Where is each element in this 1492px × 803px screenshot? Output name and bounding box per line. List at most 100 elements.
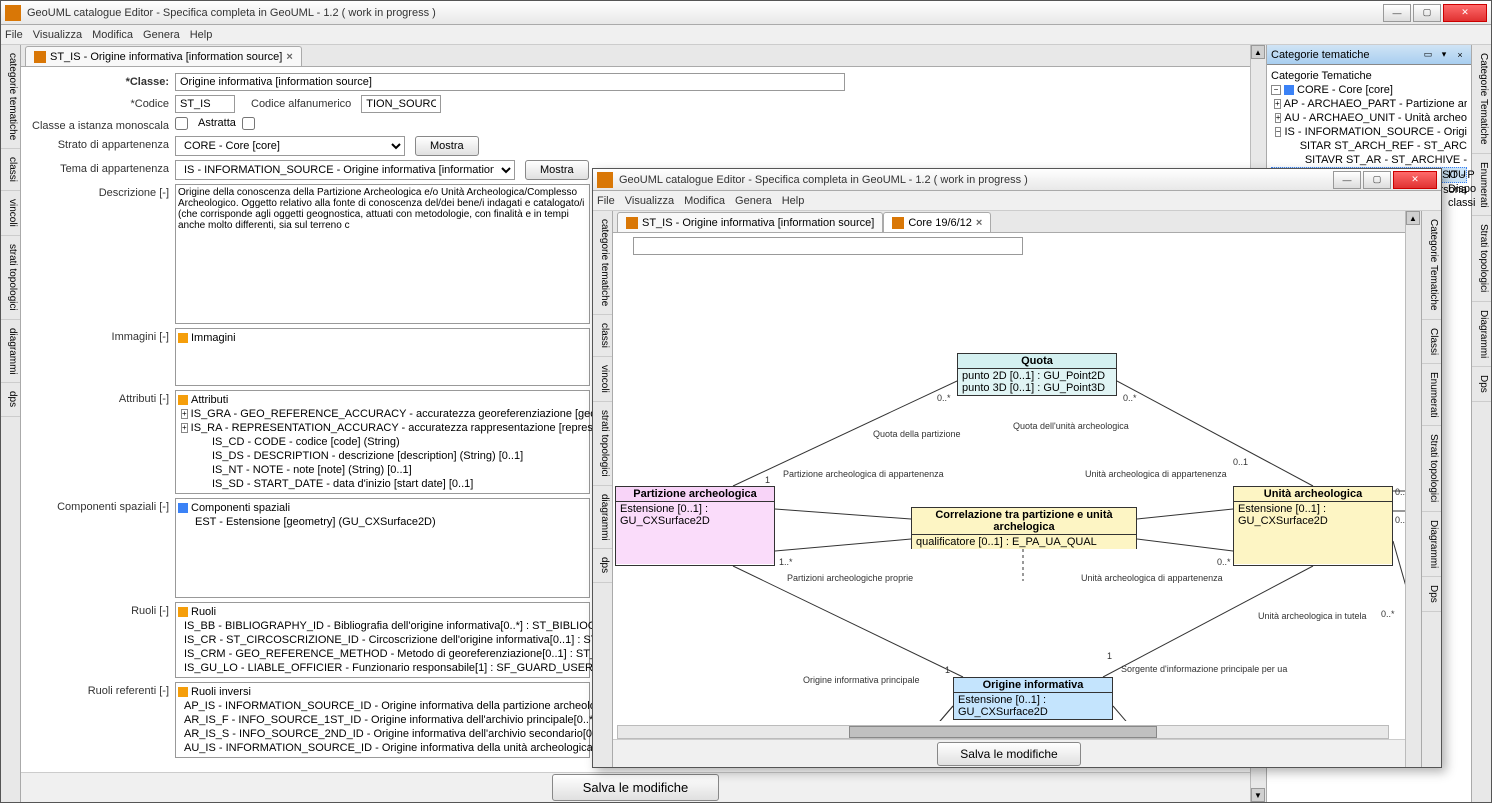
uml-box-correlazione[interactable]: Correlazione tra partizione e unità arch… (911, 507, 1137, 549)
sec-tab-1[interactable]: ST_IS - Origine informativa [information… (617, 212, 883, 232)
scroll-up-icon[interactable]: ▲ (1251, 45, 1265, 59)
maximize-button[interactable]: ▢ (1413, 4, 1441, 22)
side-tab-dps[interactable]: dps (1, 383, 20, 416)
diagram-search-input[interactable] (633, 237, 1023, 255)
strato-select[interactable]: CORE - Core [core] (175, 136, 405, 156)
menu-modifica[interactable]: Modifica (92, 29, 133, 41)
classe-input[interactable] (175, 73, 845, 91)
sec-close-button[interactable]: ✕ (1393, 171, 1437, 189)
scroll-down-icon[interactable]: ▼ (1251, 788, 1265, 802)
scroll-up-icon[interactable]: ▲ (1406, 211, 1420, 225)
side-tab-categorie[interactable]: categorie tematiche (1, 45, 20, 149)
sec-menu-genera[interactable]: Genera (735, 195, 772, 207)
comp-spaziali-tree[interactable]: Componenti spaziali EST - Estensione [ge… (175, 498, 590, 598)
tree-item[interactable]: CORE - Core [core] (1297, 84, 1393, 96)
sec-menu-file[interactable]: File (597, 195, 615, 207)
mostra-tema-button[interactable]: Mostra (525, 160, 589, 180)
save-button[interactable]: Salva le modifiche (552, 774, 720, 801)
tree-item[interactable]: AP_IS - INFORMATION_SOURCE_ID - Origine … (184, 700, 658, 712)
tree-item[interactable]: AP - ARCHAEO_PART - Partizione ar (1284, 98, 1467, 110)
tree-item[interactable]: IS_SD - START_DATE - data d'inizio [star… (212, 478, 473, 490)
tree-item[interactable]: IS_BB - BIBLIOGRAPHY_ID - Bibliografia d… (184, 620, 634, 632)
minimize-button[interactable]: — (1383, 4, 1411, 22)
tree-toggle[interactable]: + (1274, 99, 1281, 109)
tree-item[interactable]: IS_NT - NOTE - note [note] (String) [0..… (212, 464, 412, 476)
sec-side-tab[interactable]: categorie tematiche (593, 211, 612, 315)
sec-side-tab-r[interactable]: Classi (1422, 320, 1441, 364)
tree-item[interactable]: IS - INFORMATION_SOURCE - Origi (1284, 126, 1467, 138)
descrizione-textarea[interactable]: Origine della conoscenza della Partizion… (175, 184, 590, 324)
sec-side-tab-r[interactable]: Strati topologici (1422, 426, 1441, 511)
close-panel-icon[interactable]: × (1453, 48, 1467, 62)
menu-help[interactable]: Help (190, 29, 213, 41)
tree-item[interactable]: IS_DS - DESCRIPTION - descrizione [descr… (212, 450, 523, 462)
pin-icon[interactable]: ▾ (1437, 48, 1451, 62)
editor-tab[interactable]: ST_IS - Origine informativa [information… (25, 46, 302, 66)
menu-genera[interactable]: Genera (143, 29, 180, 41)
minimize-panel-icon[interactable]: ▭ (1421, 48, 1435, 62)
tree-toggle[interactable]: − (1275, 127, 1282, 137)
tree-item[interactable]: IT - P (1448, 168, 1476, 182)
sec-side-tab[interactable]: dps (593, 549, 612, 582)
sec-side-tab-r[interactable]: Enumerati (1422, 364, 1441, 427)
sec-minimize-button[interactable]: — (1333, 171, 1361, 189)
tree-item[interactable]: SITAR ST_ARCH_REF - ST_ARC (1300, 140, 1467, 152)
tree-item[interactable]: IS_GU_LO - LIABLE_OFFICIER - Funzionario… (184, 662, 593, 674)
tree-item[interactable]: SITAVR ST_AR - ST_ARCHIVE - (1305, 154, 1467, 166)
tree-item[interactable]: classi (1448, 196, 1476, 210)
side-tab-vincoli[interactable]: vincoli (1, 191, 20, 236)
codice-alfa-input[interactable] (361, 95, 441, 113)
scroll-thumb[interactable] (849, 726, 1157, 738)
tree-root[interactable]: Categorie Tematiche (1271, 70, 1372, 82)
uml-box-partizione[interactable]: Partizione archeologica Estensione [0..1… (615, 486, 775, 566)
menu-file[interactable]: File (5, 29, 23, 41)
close-button[interactable]: ✕ (1443, 4, 1487, 22)
attributi-tree[interactable]: Attributi +IS_GRA - GEO_REFERENCE_ACCURA… (175, 390, 590, 494)
side-tab-diagrammi-r[interactable]: Diagrammi (1472, 302, 1491, 367)
sec-tab-2[interactable]: Core 19/6/12 × (883, 212, 991, 232)
sec-menu-visualizza[interactable]: Visualizza (625, 195, 674, 207)
side-tab-categorie-r[interactable]: Categorie Tematiche (1472, 45, 1491, 154)
uml-box-unita[interactable]: Unità archeologica Estensione [0..1] : G… (1233, 486, 1393, 566)
sec-side-tab[interactable]: strati topologici (593, 402, 612, 486)
sec-side-tab-r[interactable]: Dps (1422, 577, 1441, 612)
sec-maximize-button[interactable]: ▢ (1363, 171, 1391, 189)
diagram-canvas[interactable]: Quota punto 2D [0..1] : GU_Point2D punto… (613, 261, 1405, 721)
tree-item[interactable]: IS_RA - REPRESENTATION_ACCURACY - accura… (191, 422, 653, 434)
side-tab-dps-r[interactable]: Dps (1472, 367, 1491, 402)
diagram-scrollbar-h[interactable] (617, 725, 1389, 739)
mostra-strato-button[interactable]: Mostra (415, 136, 479, 156)
monoscala-checkbox[interactable] (175, 117, 188, 130)
sec-menu-help[interactable]: Help (782, 195, 805, 207)
sec-side-tab[interactable]: classi (593, 315, 612, 357)
tree-toggle[interactable]: + (1275, 113, 1282, 123)
sec-menu-modifica[interactable]: Modifica (684, 195, 725, 207)
codice-input[interactable] (175, 95, 235, 113)
side-tab-strati[interactable]: strati topologici (1, 236, 20, 320)
sec-scrollbar-v[interactable]: ▲ (1405, 211, 1421, 767)
tree-toggle[interactable]: + (181, 423, 188, 433)
sec-side-tab-r[interactable]: Categorie Tematiche (1422, 211, 1441, 320)
tree-toggle[interactable]: + (181, 409, 188, 419)
sec-side-tab[interactable]: vincoli (593, 357, 612, 402)
immagini-box[interactable]: Immagini (175, 328, 590, 386)
sec-side-tab-r[interactable]: Diagrammi (1422, 512, 1441, 577)
tab-close-icon[interactable]: × (286, 51, 292, 63)
tree-toggle[interactable]: − (1271, 85, 1281, 95)
tree-item[interactable]: IS_CD - CODE - codice [code] (String) (212, 436, 400, 448)
tree-item[interactable]: Dispo (1448, 182, 1476, 196)
tab-close-icon[interactable]: × (976, 217, 982, 229)
side-tab-strati-r[interactable]: Strati topologici (1472, 216, 1491, 301)
menu-visualizza[interactable]: Visualizza (33, 29, 82, 41)
ruoli-ref-tree[interactable]: Ruoli inversi AP_IS - INFORMATION_SOURCE… (175, 682, 590, 758)
tema-select[interactable]: IS - INFORMATION_SOURCE - Origine inform… (175, 160, 515, 180)
sec-save-button[interactable]: Salva le modifiche (937, 742, 1080, 766)
ruoli-tree[interactable]: Ruoli IS_BB - BIBLIOGRAPHY_ID - Bibliogr… (175, 602, 590, 678)
tree-item[interactable]: AU - ARCHAEO_UNIT - Unità archeo (1284, 112, 1467, 124)
uml-box-quota[interactable]: Quota punto 2D [0..1] : GU_Point2D punto… (957, 353, 1117, 396)
tree-item[interactable]: AR_IS_F - INFO_SOURCE_1ST_ID - Origine i… (184, 714, 652, 726)
tree-item[interactable]: IS_CRM - GEO_REFERENCE_METHOD - Metodo d… (184, 648, 656, 660)
tree-item[interactable]: AU_IS - INFORMATION_SOURCE_ID - Origine … (184, 742, 652, 754)
tree-item[interactable]: AR_IS_S - INFO_SOURCE_2ND_ID - Origine i… (184, 728, 646, 740)
uml-box-origine[interactable]: Origine informativa Estensione [0..1] : … (953, 677, 1113, 720)
